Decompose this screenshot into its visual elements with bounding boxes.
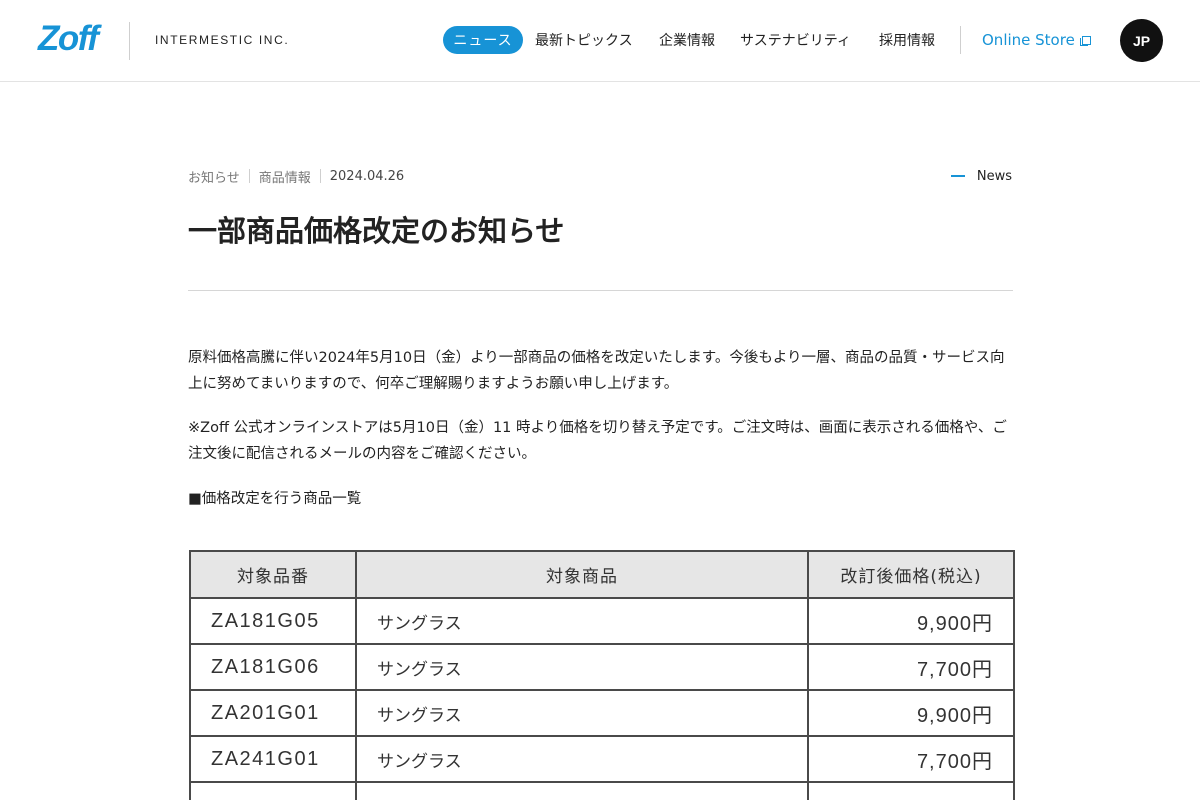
product-code: ZA201G01 — [189, 689, 357, 737]
product-name: サングラス — [355, 597, 809, 645]
list-heading: ■価格改定を行う商品一覧 — [188, 491, 362, 507]
table-row: ZA201G01 サングラス 9,900円 — [189, 689, 1015, 737]
table-row: ZA181G05 サングラス 9,900円 — [189, 597, 1015, 645]
table-row: ZA241G01 サングラス 7,700円 — [189, 735, 1015, 783]
product-price: 9,900円 — [807, 689, 1015, 737]
table-row: ZA181G06 サングラス 7,700円 — [189, 643, 1015, 691]
nav-recruit[interactable]: 採用情報 — [879, 26, 935, 54]
language-button[interactable]: JP — [1120, 19, 1163, 62]
product-price: 9,900円 — [807, 597, 1015, 645]
article-meta: お知らせ 商品情報 2024.04.26 — [188, 166, 404, 186]
title-divider — [188, 290, 1013, 291]
nav-topics[interactable]: 最新トピックス — [535, 26, 633, 54]
product-name: サングラス — [355, 735, 809, 783]
zoff-logo[interactable]: Zoff — [38, 19, 99, 59]
product-price: 7,700円 — [807, 643, 1015, 691]
column-header-code: 対象品番 — [189, 550, 357, 599]
page-title: 一部商品価格改定のお知らせ — [188, 214, 565, 248]
table-header-row: 対象品番 対象商品 改訂後価格(税込) — [189, 550, 1015, 599]
dash-icon — [950, 175, 965, 177]
category-link-news[interactable]: お知らせ — [188, 167, 240, 186]
company-name[interactable]: INTERMESTIC INC. — [155, 33, 289, 47]
news-section-label: News — [976, 168, 1012, 184]
meta-divider — [319, 169, 321, 183]
news-section-link[interactable]: News — [950, 166, 1012, 186]
online-store-note: ※Zoff 公式オンラインストアは5月10日（金）11 時より価格を切り替え予定… — [188, 420, 1007, 462]
column-header-product: 対象商品 — [355, 550, 809, 599]
site-header: Zoff INTERMESTIC INC. ニュース 最新トピックス 企業情報 … — [0, 0, 1200, 82]
nav-sustainability[interactable]: サステナビリティ — [740, 26, 851, 54]
product-code — [189, 781, 357, 800]
product-price: 7,700円 — [807, 735, 1015, 783]
product-code: ZA181G06 — [189, 643, 357, 691]
nav-corporate[interactable]: 企業情報 — [659, 26, 715, 54]
product-code: ZA181G05 — [189, 597, 357, 645]
nav-divider — [960, 26, 961, 54]
column-header-price: 改訂後価格(税込) — [807, 550, 1015, 599]
product-price — [807, 781, 1015, 800]
intro-paragraph: 原料価格高騰に伴い2024年5月10日（金）より一部商品の価格を改定いたします。… — [188, 350, 1005, 392]
product-name — [355, 781, 809, 800]
meta-divider — [248, 169, 250, 183]
product-name: サングラス — [355, 689, 809, 737]
nav-news[interactable]: ニュース — [443, 26, 523, 54]
article-date: 2024.04.26 — [329, 168, 405, 184]
external-link-icon — [1079, 35, 1091, 46]
category-link-product[interactable]: 商品情報 — [259, 167, 311, 186]
logo-divider — [129, 22, 130, 60]
online-store-label: Online Store — [982, 31, 1075, 49]
product-code: ZA241G01 — [189, 735, 357, 783]
online-store-link[interactable]: Online Store — [982, 26, 1091, 54]
price-table: 対象品番 対象商品 改訂後価格(税込) ZA181G05 サングラス 9,900… — [189, 550, 1015, 800]
product-name: サングラス — [355, 643, 809, 691]
table-row — [189, 781, 1015, 800]
